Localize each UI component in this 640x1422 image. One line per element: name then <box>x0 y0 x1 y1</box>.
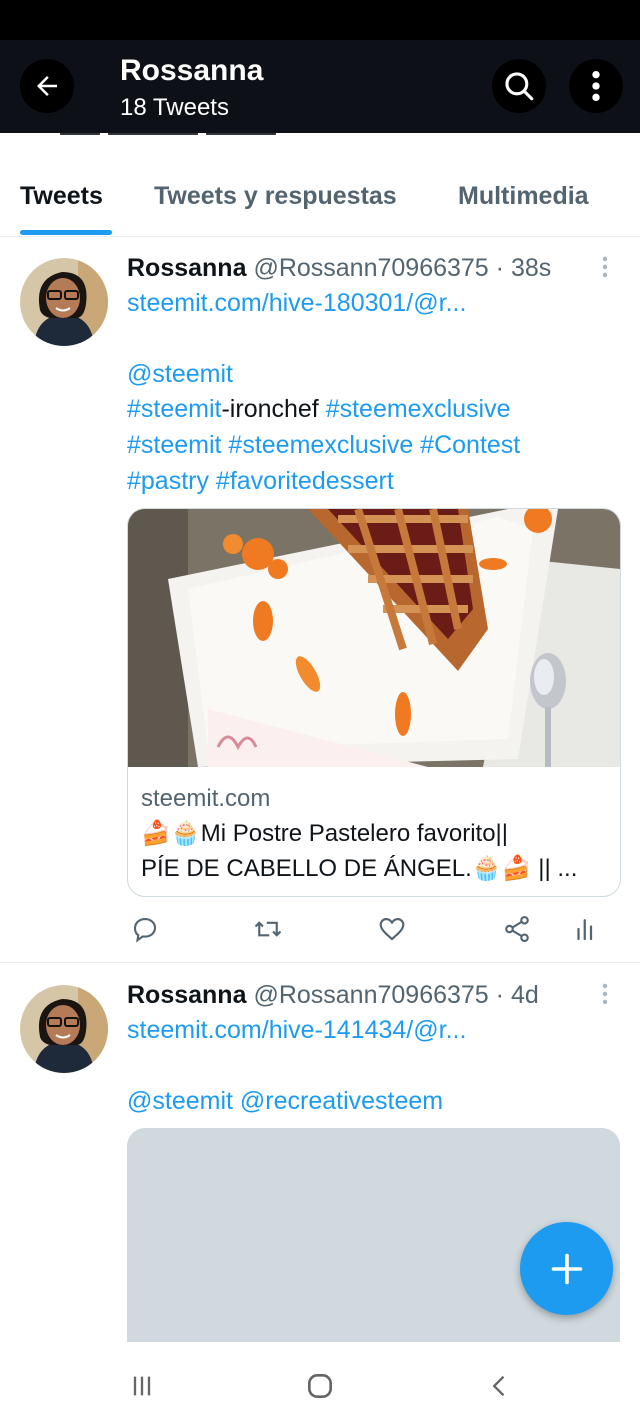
more-vertical-icon <box>592 70 600 102</box>
active-tab-indicator <box>20 230 112 235</box>
mentions-line[interactable]: @steemit @recreativesteem <box>127 1087 443 1116</box>
card-title-line2: PÍE DE CABELLO DE ÁNGEL.🧁🍰 || ... <box>141 855 578 882</box>
avatar-photo <box>20 985 108 1073</box>
hashtag-steemexclusive[interactable]: #steemexclusive <box>326 395 511 423</box>
recent-apps-icon <box>133 1376 151 1396</box>
author-name[interactable]: Rossanna <box>127 981 246 1009</box>
avatar[interactable] <box>20 985 108 1073</box>
preview-image <box>128 509 620 767</box>
tweet-header: Rossanna @Rossann70966375 · 4d <box>127 981 539 1010</box>
back-button[interactable] <box>20 59 74 113</box>
arrow-left-icon <box>37 76 57 96</box>
plus-icon <box>551 1253 582 1284</box>
tab-media[interactable]: Multimedia <box>458 182 589 211</box>
analytics-icon[interactable] <box>571 914 601 944</box>
tweet-time[interactable]: · 38s <box>496 254 552 282</box>
tweet-link[interactable]: steemit.com/hive-180301/@r... <box>127 289 466 318</box>
tweet-count: 18 Tweets <box>120 94 229 121</box>
chevron-left-icon <box>492 1375 505 1397</box>
author-handle[interactable]: @Rossann70966375 <box>253 254 488 282</box>
avatar[interactable] <box>20 258 108 346</box>
search-button[interactable] <box>492 59 546 113</box>
home-icon <box>308 1374 332 1398</box>
author-handle[interactable]: @Rossann70966375 <box>253 981 488 1009</box>
hidden-bio-fragment <box>60 125 320 135</box>
retweet-icon[interactable] <box>253 914 283 944</box>
tweet-time[interactable]: · 4d <box>496 981 539 1009</box>
author-name[interactable]: Rossanna <box>127 254 246 282</box>
card-domain: steemit.com <box>141 785 271 812</box>
status-bar <box>0 0 640 40</box>
more-options-button[interactable] <box>569 59 623 113</box>
tweet-more-icon[interactable] <box>597 980 613 1010</box>
hashtag-line: #steemit-ironchef #steemexclusive <box>127 395 511 424</box>
tweet-divider <box>0 962 640 963</box>
reply-icon[interactable] <box>130 914 160 944</box>
page-title: Rossanna <box>120 54 264 87</box>
hashtag-line[interactable]: #pastry #favoritedessert <box>127 467 394 496</box>
tweet-header: Rossanna @Rossann70966375 · 38s <box>127 254 551 283</box>
share-icon[interactable] <box>502 914 532 944</box>
tweet-more-icon[interactable] <box>597 253 613 283</box>
mention-steemit[interactable]: @steemit <box>127 360 233 389</box>
search-icon <box>505 72 534 101</box>
home-button[interactable] <box>300 1366 340 1406</box>
hashtag-line[interactable]: #steemit #steemexclusive #Contest <box>127 431 520 460</box>
tweet-actions <box>0 910 640 954</box>
back-nav-button[interactable] <box>480 1366 520 1406</box>
card-title-line1: 🍰🧁Mi Postre Pastelero favorito|| <box>141 820 509 847</box>
avatar-photo <box>20 258 108 346</box>
like-icon[interactable] <box>377 914 407 944</box>
profile-header: Rossanna 18 Tweets <box>0 40 640 133</box>
profile-tabs: Tweets Tweets y respuestas Multimedia <box>0 160 640 237</box>
tab-tweets[interactable]: Tweets <box>20 182 103 211</box>
recent-apps-button[interactable] <box>122 1366 162 1406</box>
system-nav-bar <box>0 1342 640 1422</box>
hashtag-steemit[interactable]: #steemit <box>127 395 221 423</box>
link-preview-card[interactable]: steemit.com 🍰🧁Mi Postre Pastelero favori… <box>127 508 621 897</box>
hashtag-suffix-text: -ironchef <box>221 395 319 423</box>
tab-tweets-replies[interactable]: Tweets y respuestas <box>154 182 397 211</box>
compose-tweet-button[interactable] <box>520 1222 613 1315</box>
tweet-link[interactable]: steemit.com/hive-141434/@r... <box>127 1016 466 1045</box>
